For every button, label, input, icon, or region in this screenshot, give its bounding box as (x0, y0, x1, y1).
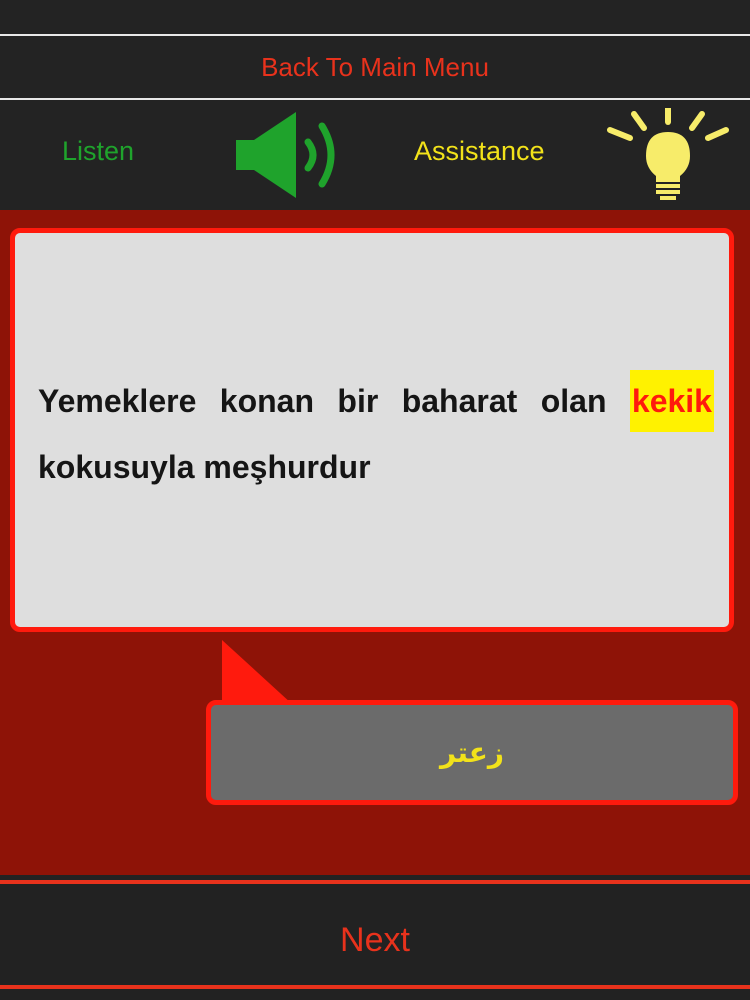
sentence-word: baharat (401, 383, 518, 419)
lightbulb-icon[interactable] (606, 108, 732, 200)
answer-text: زعتر (439, 737, 505, 768)
sentence-word: olan (540, 383, 607, 419)
speaker-icon[interactable] (234, 110, 344, 200)
listen-label[interactable]: Listen (62, 136, 134, 167)
back-to-main-menu-button[interactable]: Back To Main Menu (0, 36, 750, 98)
sentence-word: Yemeklere (38, 383, 197, 419)
assistance-label[interactable]: Assistance (414, 136, 545, 167)
bottom-divider-top (0, 880, 750, 884)
menu-divider (0, 98, 750, 100)
next-button[interactable]: Next (0, 890, 750, 990)
sentence-line-2: kokusuyla meşhurdur (38, 449, 371, 485)
sentence-word: konan (219, 383, 314, 419)
bottom-divider-bottom (0, 985, 750, 989)
answer-button[interactable]: زعتر (206, 700, 738, 805)
highlighted-word: kekik (629, 370, 714, 432)
question-sentence: Yemeklere konan bir baharat olan kekik k… (38, 368, 714, 500)
speech-bubble-tail (222, 640, 292, 704)
sentence-word: bir (337, 383, 379, 419)
